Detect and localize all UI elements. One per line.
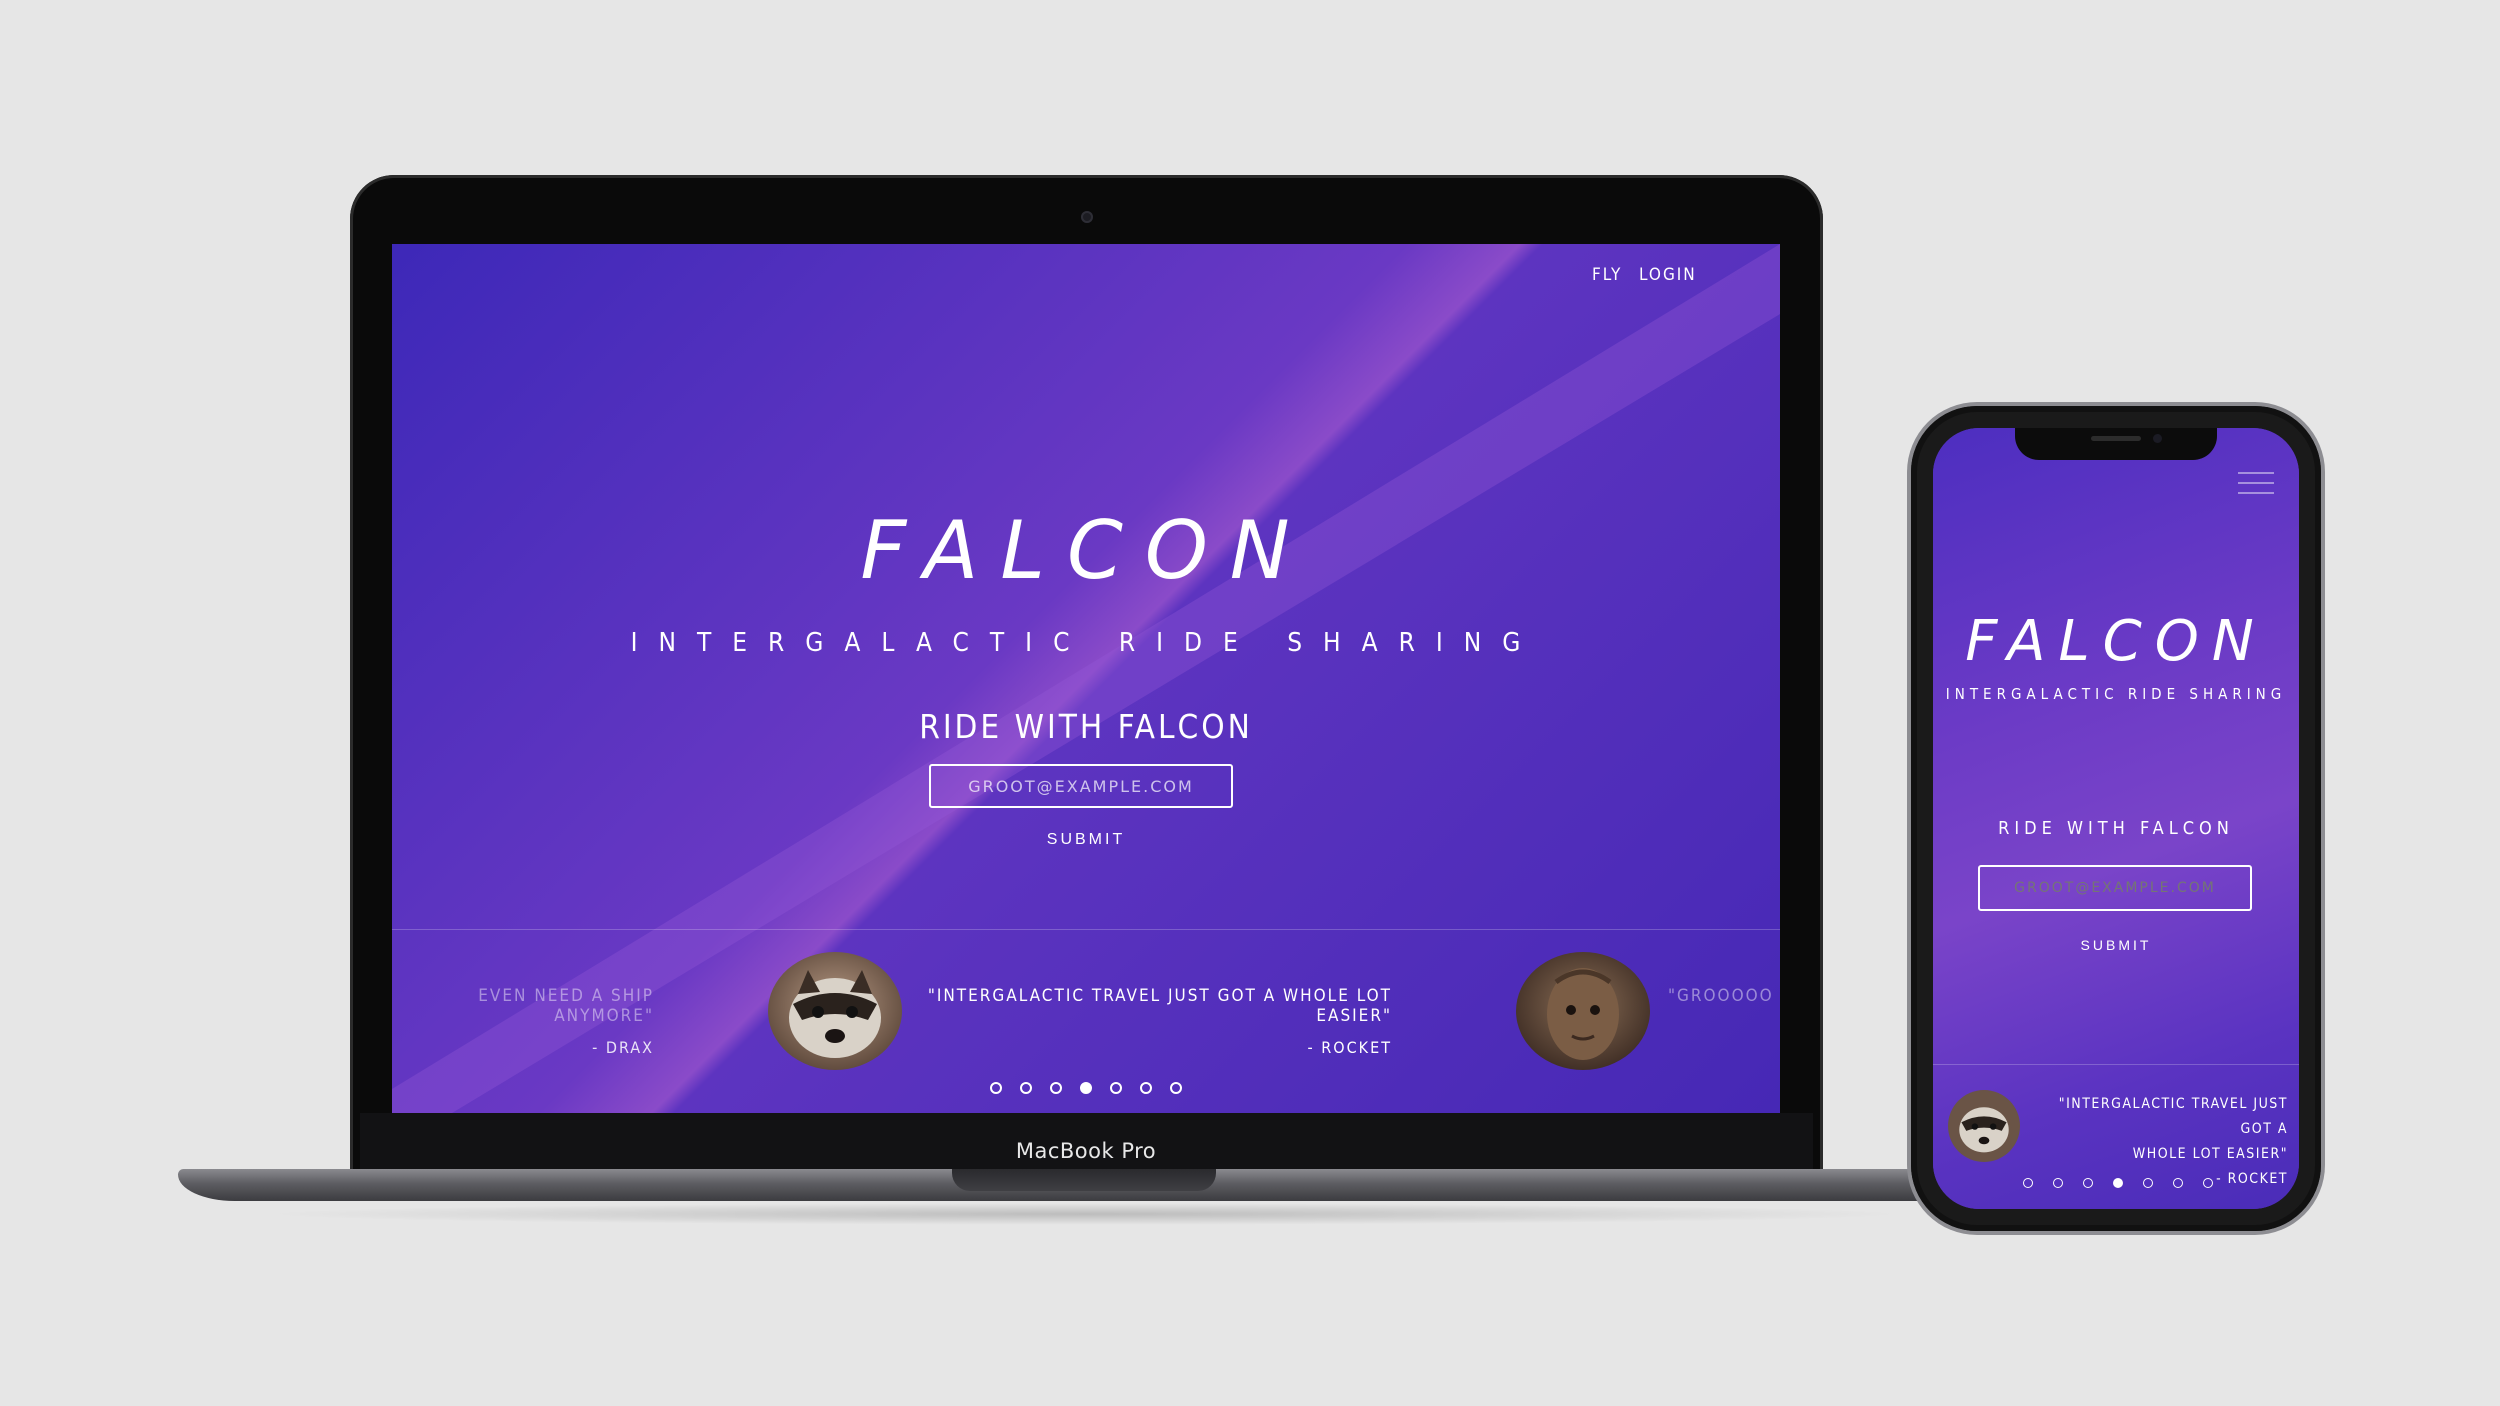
- avatar-groot: [1516, 952, 1650, 1070]
- carousel-dot[interactable]: [2053, 1178, 2063, 1188]
- phone-speaker: [2091, 436, 2141, 441]
- carousel-dot[interactable]: [1020, 1082, 1032, 1094]
- carousel-dot-active[interactable]: [1080, 1082, 1092, 1094]
- laptop-shadow: [260, 1203, 1910, 1225]
- hero-title: FALCON: [860, 504, 1312, 597]
- laptop-screen: FLY LOGIN FALCON INTERGALACTIC RIDE SHAR…: [392, 244, 1780, 1113]
- phone-camera: [2153, 434, 2162, 443]
- carousel-dot[interactable]: [2023, 1178, 2033, 1188]
- carousel-dot[interactable]: [2173, 1178, 2183, 1188]
- mobile-testimonial: "INTERGALACTIC TRAVEL JUST GOT A WHOLE L…: [2028, 1092, 2288, 1192]
- mobile-submit-button[interactable]: SUBMIT: [1933, 936, 2299, 954]
- email-input[interactable]: [929, 764, 1233, 808]
- mobile-carousel-dots: [2023, 1178, 2213, 1188]
- testimonial-author: - DRAX: [592, 1038, 654, 1057]
- carousel-dot[interactable]: [1110, 1082, 1122, 1094]
- carousel-dots: [990, 1082, 1190, 1098]
- testimonial-quote: EVEN NEED A SHIP ANYMORE": [478, 986, 654, 1026]
- hamburger-menu-icon[interactable]: [2233, 468, 2279, 504]
- testimonial-quote: "GROOOOO: [1668, 986, 1774, 1006]
- carousel-dot[interactable]: [2203, 1178, 2213, 1188]
- nav-link-fly[interactable]: FLY: [1592, 265, 1622, 285]
- carousel-dot[interactable]: [2143, 1178, 2153, 1188]
- laptop-label: MacBook Pro: [1015, 1139, 1157, 1163]
- carousel-dot[interactable]: [1140, 1082, 1152, 1094]
- mobile-section-divider: [1933, 1064, 2299, 1065]
- mobile-testimonial-quote-line2: WHOLE LOT EASIER": [2132, 1146, 2288, 1162]
- nav-link-login[interactable]: LOGIN: [1639, 265, 1697, 285]
- phone-side-button: [2321, 600, 2325, 710]
- phone-screen: FALCON INTERGALACTIC RIDE SHARING RIDE W…: [1933, 428, 2299, 1209]
- section-divider: [392, 929, 1780, 930]
- testimonial-author: - ROCKET: [1307, 1038, 1392, 1057]
- avatar-rocket: [768, 952, 902, 1070]
- carousel-dot[interactable]: [990, 1082, 1002, 1094]
- carousel-dot[interactable]: [1050, 1082, 1062, 1094]
- carousel-dot[interactable]: [1170, 1082, 1182, 1094]
- carousel-dot[interactable]: [2083, 1178, 2093, 1188]
- mobile-hero-subtitle: INTERGALACTIC RIDE SHARING: [1945, 685, 2287, 703]
- carousel-dot-active[interactable]: [2113, 1178, 2123, 1188]
- mobile-avatar-rocket: [1948, 1090, 2020, 1162]
- hero-subtitle: INTERGALACTIC RIDE SHARING: [630, 628, 1542, 658]
- testimonial-groot: "GROOOOO: [1668, 986, 1780, 1006]
- laptop-camera: [1081, 211, 1093, 223]
- cta-heading: RIDE WITH FALCON: [919, 707, 1253, 746]
- submit-button[interactable]: SUBMIT: [392, 830, 1780, 850]
- phone-notch: [2015, 428, 2217, 460]
- mobile-testimonial-quote-line1: "INTERGALACTIC TRAVEL JUST GOT A: [2058, 1096, 2288, 1137]
- laptop-hinge-notch: [952, 1169, 1216, 1191]
- testimonial-rocket: "INTERGALACTIC TRAVEL JUST GOT A WHOLE L…: [922, 986, 1392, 1057]
- mobile-cta-heading: RIDE WITH FALCON: [1998, 818, 2234, 839]
- mobile-email-input[interactable]: [1978, 865, 2252, 911]
- mobile-hero-title: FALCON: [1965, 609, 2267, 674]
- testimonial-drax: EVEN NEED A SHIP ANYMORE" - DRAX: [392, 986, 654, 1057]
- testimonial-quote: "INTERGALACTIC TRAVEL JUST GOT A WHOLE L…: [927, 986, 1392, 1026]
